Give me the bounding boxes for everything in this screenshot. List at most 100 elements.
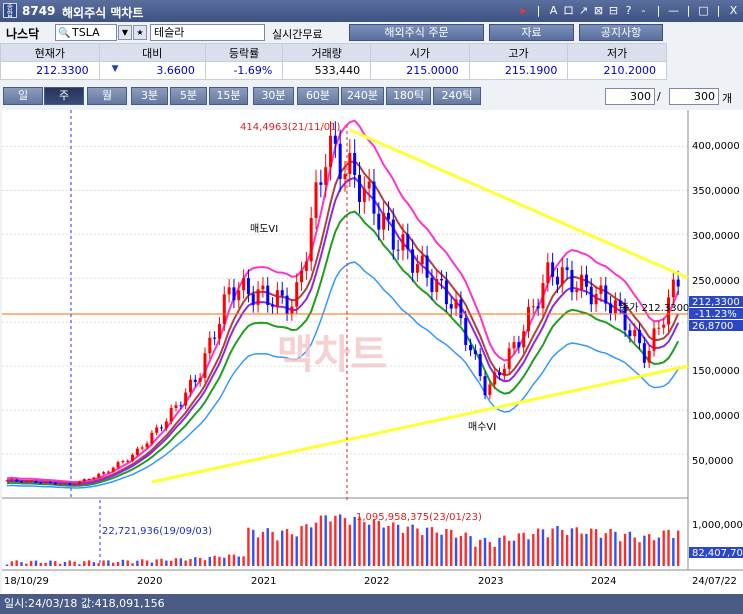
candle-body [19,481,23,483]
help-icon[interactable]: ? [623,3,634,18]
window-icon[interactable]: ロ [563,3,574,18]
period-30min[interactable]: 30분 [253,87,294,105]
candle-body [237,290,241,301]
count-separator: / [657,90,661,103]
close-icon[interactable]: X [728,3,739,18]
volume-bar [271,531,274,566]
candle-body [555,276,559,285]
header-current-price: 현재가 [0,43,100,62]
favorite-button[interactable]: ★ [133,25,147,40]
candle-body [594,293,598,305]
candle-body [92,477,96,480]
search-icon[interactable]: 🔍 [58,26,70,41]
price-chart-area[interactable]: 맥차트 414,4963(21/11/01) 1,095,958,375(23/… [2,110,743,594]
divider: | [686,4,691,17]
candle-body [29,480,33,482]
volume-bar [319,515,323,566]
volume-bar [83,561,86,566]
header-volume: 거래량 [282,43,372,62]
candle-body [430,277,434,292]
period-240min[interactable]: 240분 [341,87,384,105]
candle-body [309,217,313,262]
period-monthly[interactable]: 월 [87,87,127,105]
period-5min[interactable]: 5분 [170,87,207,105]
minimize-icon[interactable]: — [668,3,679,18]
candle-body [251,294,255,305]
volume-bar [107,560,110,566]
candle-body [599,285,603,294]
volume-bar [121,559,125,566]
period-60min[interactable]: 60분 [297,87,339,105]
volume-bar [314,522,318,566]
volume-bar [546,537,549,566]
period-240tick[interactable]: 240틱 [433,87,481,105]
candle-body [155,427,159,433]
dropdown-button[interactable]: ▼ [118,25,132,40]
volume-bar [667,529,670,566]
volume-bar [334,515,337,566]
volume-bar [541,529,545,566]
volume-bar [87,560,91,566]
pin-icon[interactable]: ▸ [518,3,529,18]
candle-body [34,480,38,483]
maximize-icon[interactable]: □ [698,3,709,18]
volume-bar [353,516,356,566]
period-180tick[interactable]: 180틱 [386,87,431,105]
candle-body [290,306,294,314]
period-weekly[interactable]: 주 [44,87,84,105]
candle-body [415,264,419,273]
header-high: 고가 [468,43,569,62]
candle-body [493,372,497,385]
display-count-input[interactable]: 300 [605,88,655,105]
print-icon[interactable]: ⊟ [608,3,619,18]
volume-bar [367,524,371,566]
candle-body [473,350,477,355]
volume-bar [266,528,269,566]
candle-body [48,481,52,483]
volume-bar [561,530,564,566]
candle-body [198,377,202,382]
candle-body [642,343,646,363]
font-icon[interactable]: A [548,3,559,18]
period-daily[interactable]: 일 [3,87,43,105]
candle-body [657,327,661,329]
volume-bar [382,527,385,566]
candle-body [329,135,333,168]
link-icon[interactable]: ↗ [578,3,589,18]
candle-body [459,299,463,319]
volume-bar [503,535,506,566]
minimize-bar-icon[interactable]: - [638,3,649,18]
notice-button[interactable]: 공지사항 [579,24,663,41]
candlestick-chart[interactable]: 맥차트 414,4963(21/11/01) 1,095,958,375(23/… [2,110,743,594]
volume-bar [445,529,448,566]
symbol-code-input[interactable]: 🔍 TSLA [55,24,117,41]
high-value: 215.1900 [468,61,569,80]
candle-body [304,261,308,271]
period-3min[interactable]: 3분 [131,87,168,105]
period-15min[interactable]: 15분 [209,87,248,105]
total-count-input[interactable]: 300 [669,88,719,105]
realtime-label: 실시간무료 [272,28,323,41]
volume-bar [479,539,482,566]
volume-bar [609,528,612,566]
candle-body [333,135,337,144]
candle-body [526,306,530,332]
data-button[interactable]: 자료 [489,24,574,41]
divider: | [536,4,541,17]
volume-bar [493,546,496,566]
volume-bar [532,534,535,566]
volume-bar [25,563,28,566]
overseas-order-button[interactable]: 해외주식 주문 [349,24,484,41]
capture-icon[interactable]: ⊠ [593,3,604,18]
volume-bar [58,563,62,566]
volume-bar [430,527,434,566]
volume-bar [599,537,603,566]
volume-bar [421,535,424,566]
candle-body [420,255,424,265]
candle-body [246,278,250,295]
candle-body [565,267,569,270]
volume-bar [136,560,139,566]
volume-bar [348,524,352,566]
volume-bar [672,537,675,566]
candle-body [106,471,110,473]
